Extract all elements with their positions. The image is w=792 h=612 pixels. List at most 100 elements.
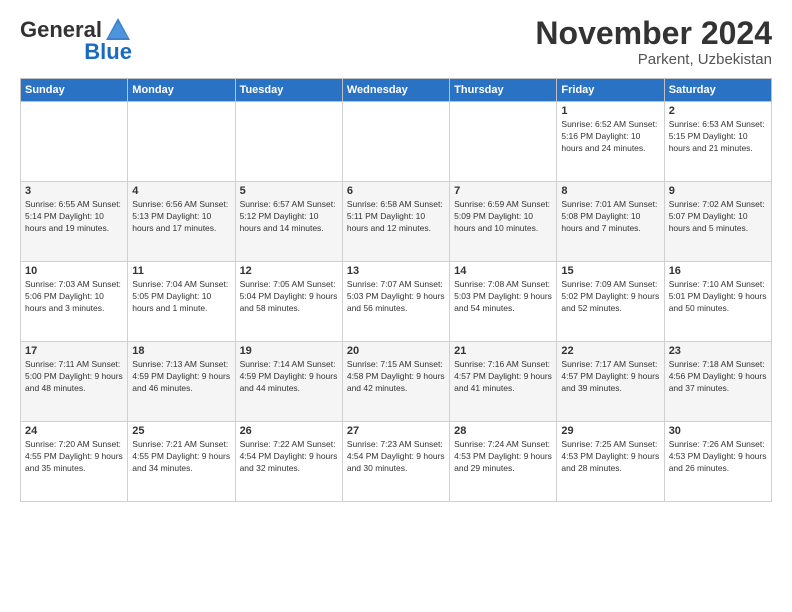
- day-number: 18: [132, 345, 230, 357]
- calendar-cell: [450, 102, 557, 182]
- day-number: 14: [454, 265, 552, 277]
- day-number: 6: [347, 185, 445, 197]
- day-info: Sunrise: 7:23 AM Sunset: 4:54 PM Dayligh…: [347, 439, 445, 475]
- day-info: Sunrise: 7:09 AM Sunset: 5:02 PM Dayligh…: [561, 279, 659, 315]
- day-info: Sunrise: 7:05 AM Sunset: 5:04 PM Dayligh…: [240, 279, 338, 315]
- day-number: 5: [240, 185, 338, 197]
- day-number: 30: [669, 425, 767, 437]
- calendar-cell: [235, 102, 342, 182]
- day-number: 27: [347, 425, 445, 437]
- day-number: 19: [240, 345, 338, 357]
- weekday-tuesday: Tuesday: [235, 79, 342, 102]
- logo-blue: Blue: [84, 40, 132, 64]
- weekday-saturday: Saturday: [664, 79, 771, 102]
- day-number: 21: [454, 345, 552, 357]
- day-number: 4: [132, 185, 230, 197]
- day-number: 3: [25, 185, 123, 197]
- day-info: Sunrise: 7:07 AM Sunset: 5:03 PM Dayligh…: [347, 279, 445, 315]
- calendar-cell: 24 Sunrise: 7:20 AM Sunset: 4:55 PM Dayli…: [21, 422, 128, 502]
- day-number: 12: [240, 265, 338, 277]
- day-info: Sunrise: 7:20 AM Sunset: 4:55 PM Dayligh…: [25, 439, 123, 475]
- day-info: Sunrise: 7:08 AM Sunset: 5:03 PM Dayligh…: [454, 279, 552, 315]
- calendar: SundayMondayTuesdayWednesdayThursdayFrid…: [20, 78, 772, 502]
- calendar-cell: 11 Sunrise: 7:04 AM Sunset: 5:05 PM Dayli…: [128, 262, 235, 342]
- calendar-cell: 16Sunrise: 7:10 AM Sunset: 5:01 PM Dayli…: [664, 262, 771, 342]
- weekday-header-row: SundayMondayTuesdayWednesdayThursdayFrid…: [21, 79, 772, 102]
- calendar-cell: 7 Sunrise: 6:59 AM Sunset: 5:09 PM Daylig…: [450, 182, 557, 262]
- calendar-cell: 8 Sunrise: 7:01 AM Sunset: 5:08 PM Daylig…: [557, 182, 664, 262]
- weekday-monday: Monday: [128, 79, 235, 102]
- day-info: Sunrise: 7:17 AM Sunset: 4:57 PM Dayligh…: [561, 359, 659, 395]
- day-number: 15: [561, 265, 659, 277]
- day-number: 1: [561, 105, 659, 117]
- day-info: Sunrise: 7:02 AM Sunset: 5:07 PM Dayligh…: [669, 199, 767, 235]
- day-info: Sunrise: 7:01 AM Sunset: 5:08 PM Dayligh…: [561, 199, 659, 235]
- location: Parkent, Uzbekistan: [535, 51, 772, 68]
- day-number: 2: [669, 105, 767, 117]
- calendar-cell: 20Sunrise: 7:15 AM Sunset: 4:58 PM Dayli…: [342, 342, 449, 422]
- weekday-friday: Friday: [557, 79, 664, 102]
- calendar-cell: 21Sunrise: 7:16 AM Sunset: 4:57 PM Dayli…: [450, 342, 557, 422]
- calendar-cell: 3 Sunrise: 6:55 AM Sunset: 5:14 PM Daylig…: [21, 182, 128, 262]
- week-row-2: 3 Sunrise: 6:55 AM Sunset: 5:14 PM Daylig…: [21, 182, 772, 262]
- day-info: Sunrise: 7:25 AM Sunset: 4:53 PM Dayligh…: [561, 439, 659, 475]
- day-number: 25: [132, 425, 230, 437]
- day-number: 22: [561, 345, 659, 357]
- day-number: 24: [25, 425, 123, 437]
- day-info: Sunrise: 6:59 AM Sunset: 5:09 PM Dayligh…: [454, 199, 552, 235]
- day-info: Sunrise: 7:04 AM Sunset: 5:05 PM Dayligh…: [132, 279, 230, 315]
- calendar-cell: 29 Sunrise: 7:25 AM Sunset: 4:53 PM Dayli…: [557, 422, 664, 502]
- calendar-cell: [128, 102, 235, 182]
- week-row-4: 17 Sunrise: 7:11 AM Sunset: 5:00 PM Dayli…: [21, 342, 772, 422]
- calendar-cell: 13 Sunrise: 7:07 AM Sunset: 5:03 PM Dayli…: [342, 262, 449, 342]
- day-number: 26: [240, 425, 338, 437]
- day-info: Sunrise: 6:52 AM Sunset: 5:16 PM Dayligh…: [561, 119, 659, 155]
- page: General Blue November 2024 Parkent, Uzbe…: [0, 0, 792, 612]
- calendar-cell: 9 Sunrise: 7:02 AM Sunset: 5:07 PM Daylig…: [664, 182, 771, 262]
- calendar-cell: 2 Sunrise: 6:53 AM Sunset: 5:15 PM Daylig…: [664, 102, 771, 182]
- calendar-cell: 14 Sunrise: 7:08 AM Sunset: 5:03 PM Dayli…: [450, 262, 557, 342]
- day-info: Sunrise: 6:53 AM Sunset: 5:15 PM Dayligh…: [669, 119, 767, 155]
- calendar-cell: [21, 102, 128, 182]
- calendar-cell: 18 Sunrise: 7:13 AM Sunset: 4:59 PM Dayli…: [128, 342, 235, 422]
- day-info: Sunrise: 7:03 AM Sunset: 5:06 PM Dayligh…: [25, 279, 123, 315]
- calendar-cell: 19 Sunrise: 7:14 AM Sunset: 4:59 PM Dayli…: [235, 342, 342, 422]
- day-info: Sunrise: 7:13 AM Sunset: 4:59 PM Dayligh…: [132, 359, 230, 395]
- day-number: 29: [561, 425, 659, 437]
- day-info: Sunrise: 6:56 AM Sunset: 5:13 PM Dayligh…: [132, 199, 230, 235]
- calendar-cell: 15 Sunrise: 7:09 AM Sunset: 5:02 PM Dayli…: [557, 262, 664, 342]
- day-number: 7: [454, 185, 552, 197]
- day-info: Sunrise: 6:55 AM Sunset: 5:14 PM Dayligh…: [25, 199, 123, 235]
- week-row-5: 24 Sunrise: 7:20 AM Sunset: 4:55 PM Dayli…: [21, 422, 772, 502]
- day-number: 8: [561, 185, 659, 197]
- day-number: 9: [669, 185, 767, 197]
- header: General Blue November 2024 Parkent, Uzbe…: [20, 16, 772, 68]
- calendar-cell: 12 Sunrise: 7:05 AM Sunset: 5:04 PM Dayli…: [235, 262, 342, 342]
- month-title: November 2024: [535, 16, 772, 51]
- day-info: Sunrise: 7:11 AM Sunset: 5:00 PM Dayligh…: [25, 359, 123, 395]
- calendar-cell: 25Sunrise: 7:21 AM Sunset: 4:55 PM Dayli…: [128, 422, 235, 502]
- weekday-thursday: Thursday: [450, 79, 557, 102]
- weekday-sunday: Sunday: [21, 79, 128, 102]
- day-number: 17: [25, 345, 123, 357]
- day-info: Sunrise: 7:10 AM Sunset: 5:01 PM Dayligh…: [669, 279, 767, 315]
- day-number: 11: [132, 265, 230, 277]
- calendar-cell: 30 Sunrise: 7:26 AM Sunset: 4:53 PM Dayli…: [664, 422, 771, 502]
- day-number: 20: [347, 345, 445, 357]
- calendar-cell: 10 Sunrise: 7:03 AM Sunset: 5:06 PM Dayli…: [21, 262, 128, 342]
- day-number: 28: [454, 425, 552, 437]
- day-number: 10: [25, 265, 123, 277]
- day-info: Sunrise: 7:22 AM Sunset: 4:54 PM Dayligh…: [240, 439, 338, 475]
- logo: General Blue: [20, 16, 132, 64]
- day-info: Sunrise: 7:14 AM Sunset: 4:59 PM Dayligh…: [240, 359, 338, 395]
- calendar-cell: 4 Sunrise: 6:56 AM Sunset: 5:13 PM Daylig…: [128, 182, 235, 262]
- week-row-1: 1 Sunrise: 6:52 AM Sunset: 5:16 PM Daylig…: [21, 102, 772, 182]
- calendar-cell: [342, 102, 449, 182]
- day-info: Sunrise: 7:26 AM Sunset: 4:53 PM Dayligh…: [669, 439, 767, 475]
- calendar-cell: 27 Sunrise: 7:23 AM Sunset: 4:54 PM Dayli…: [342, 422, 449, 502]
- calendar-cell: 17 Sunrise: 7:11 AM Sunset: 5:00 PM Dayli…: [21, 342, 128, 422]
- day-number: 13: [347, 265, 445, 277]
- calendar-cell: 22 Sunrise: 7:17 AM Sunset: 4:57 PM Dayli…: [557, 342, 664, 422]
- calendar-cell: 6 Sunrise: 6:58 AM Sunset: 5:11 PM Daylig…: [342, 182, 449, 262]
- day-info: Sunrise: 6:58 AM Sunset: 5:11 PM Dayligh…: [347, 199, 445, 235]
